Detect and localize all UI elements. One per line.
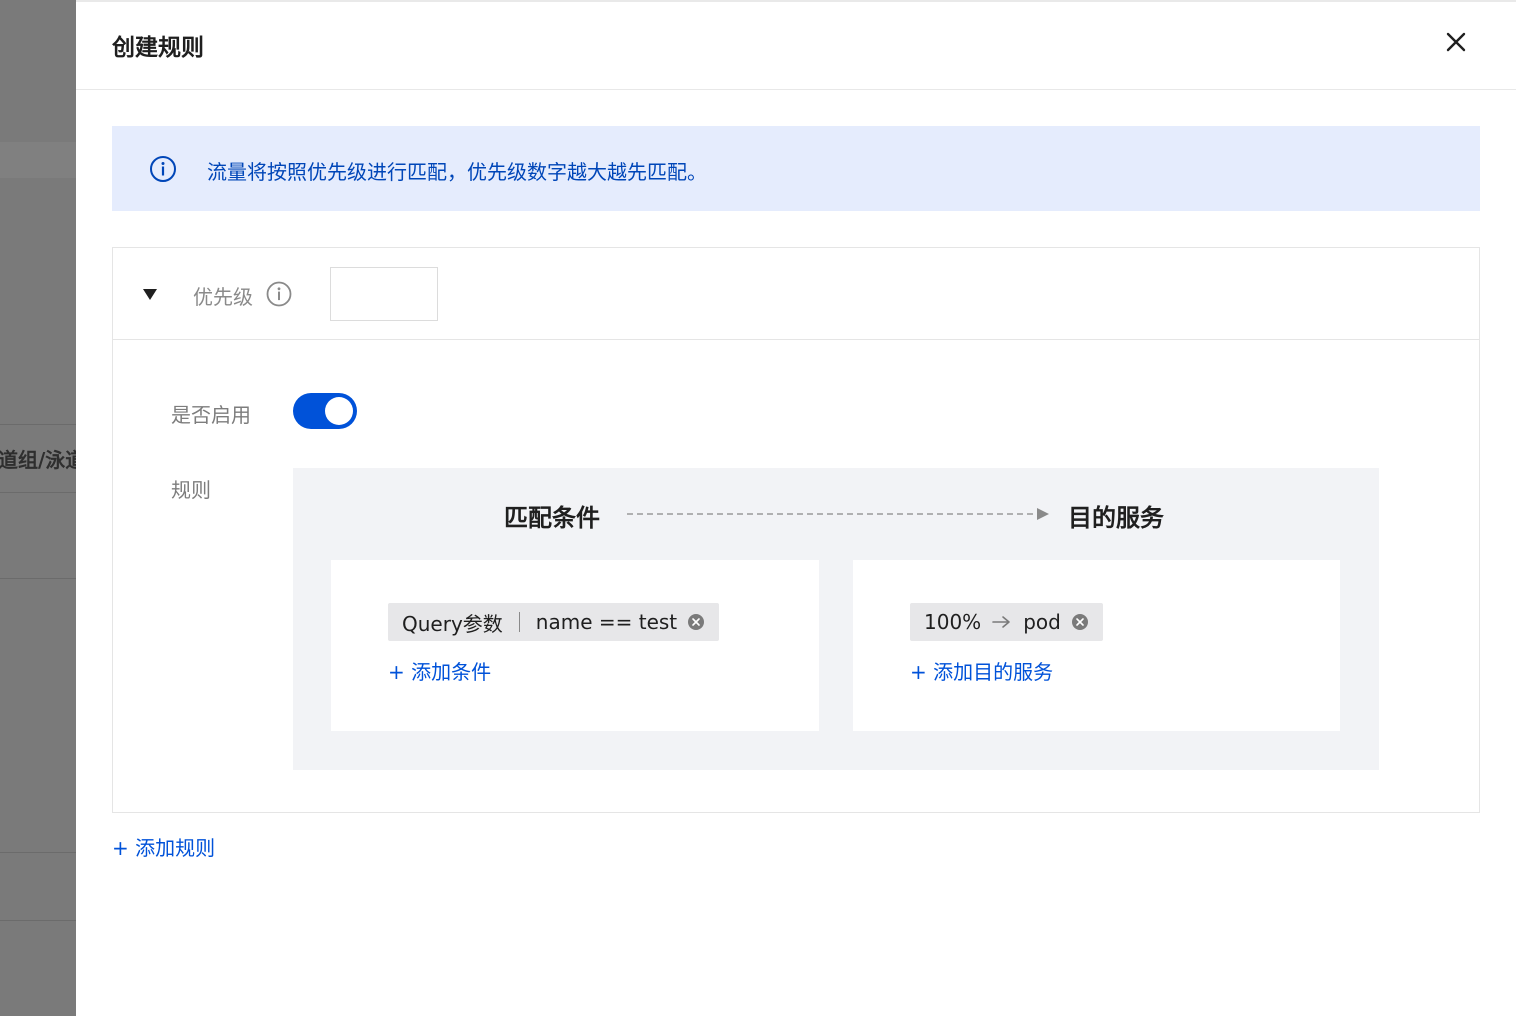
- priority-label: 优先级: [193, 285, 253, 309]
- rule-card-header: 优先级: [113, 248, 1479, 340]
- destinations-box: 100% pod + 添加目的服务: [853, 560, 1340, 731]
- destination-tag[interactable]: 100% pod: [910, 603, 1103, 641]
- condition-expression: name == test: [535, 610, 678, 634]
- remove-condition-icon[interactable]: [687, 613, 705, 631]
- destination-weight: 100%: [924, 610, 982, 634]
- tag-separator: [518, 612, 520, 632]
- arrow-right-icon: [992, 616, 1010, 628]
- caret-down-icon[interactable]: [143, 289, 157, 300]
- flow-arrow-icon: [627, 508, 1049, 520]
- backdrop-divider: [0, 920, 76, 921]
- drawer-title: 创建规则: [112, 35, 204, 61]
- drawer-header: 创建规则: [76, 2, 1516, 90]
- backdrop-divider: [0, 852, 76, 853]
- conditions-box: Query参数 name == test + 添加条件: [331, 560, 819, 731]
- info-alert: 流量将按照优先级进行匹配，优先级数字越大越先匹配。: [112, 126, 1480, 211]
- backdrop-divider: [0, 492, 76, 493]
- destination-services-title: 目的服务: [1068, 504, 1164, 532]
- condition-type: Query参数: [402, 611, 503, 636]
- toggle-knob: [325, 397, 353, 425]
- condition-tag[interactable]: Query参数 name == test: [388, 603, 720, 641]
- backdrop-column-header: 道组/泳道: [0, 448, 76, 472]
- match-conditions-title: 匹配条件: [504, 504, 600, 532]
- add-condition-link[interactable]: + 添加条件: [388, 656, 491, 685]
- enable-toggle[interactable]: [293, 393, 357, 429]
- destination-service: pod: [1023, 610, 1061, 634]
- add-rule-link[interactable]: + 添加规则: [112, 832, 215, 861]
- add-destination-link[interactable]: + 添加目的服务: [910, 656, 1053, 685]
- enable-label: 是否启用: [171, 403, 251, 427]
- rules-label: 规则: [171, 478, 211, 502]
- priority-input[interactable]: [330, 267, 438, 321]
- backdrop-row: [0, 142, 76, 178]
- page-backdrop[interactable]: 道组/泳道: [0, 0, 76, 1016]
- close-icon[interactable]: [1444, 30, 1468, 54]
- alert-message: 流量将按照优先级进行匹配，优先级数字越大越先匹配。: [207, 160, 707, 184]
- backdrop-divider: [0, 424, 76, 425]
- info-icon: [149, 155, 177, 183]
- remove-destination-icon[interactable]: [1071, 613, 1089, 631]
- rule-card: 优先级 是否启用 规则 匹配条件 目的服务 Query参数 name == te…: [112, 247, 1480, 813]
- backdrop-divider: [0, 578, 76, 579]
- create-rule-drawer: 创建规则 流量将按照优先级进行匹配，优先级数字越大越先匹配。 优先级 是否启用 …: [76, 0, 1516, 1016]
- rules-panel: 匹配条件 目的服务 Query参数 name == test + 添加条件 10…: [293, 468, 1379, 770]
- priority-info-icon[interactable]: [266, 281, 292, 307]
